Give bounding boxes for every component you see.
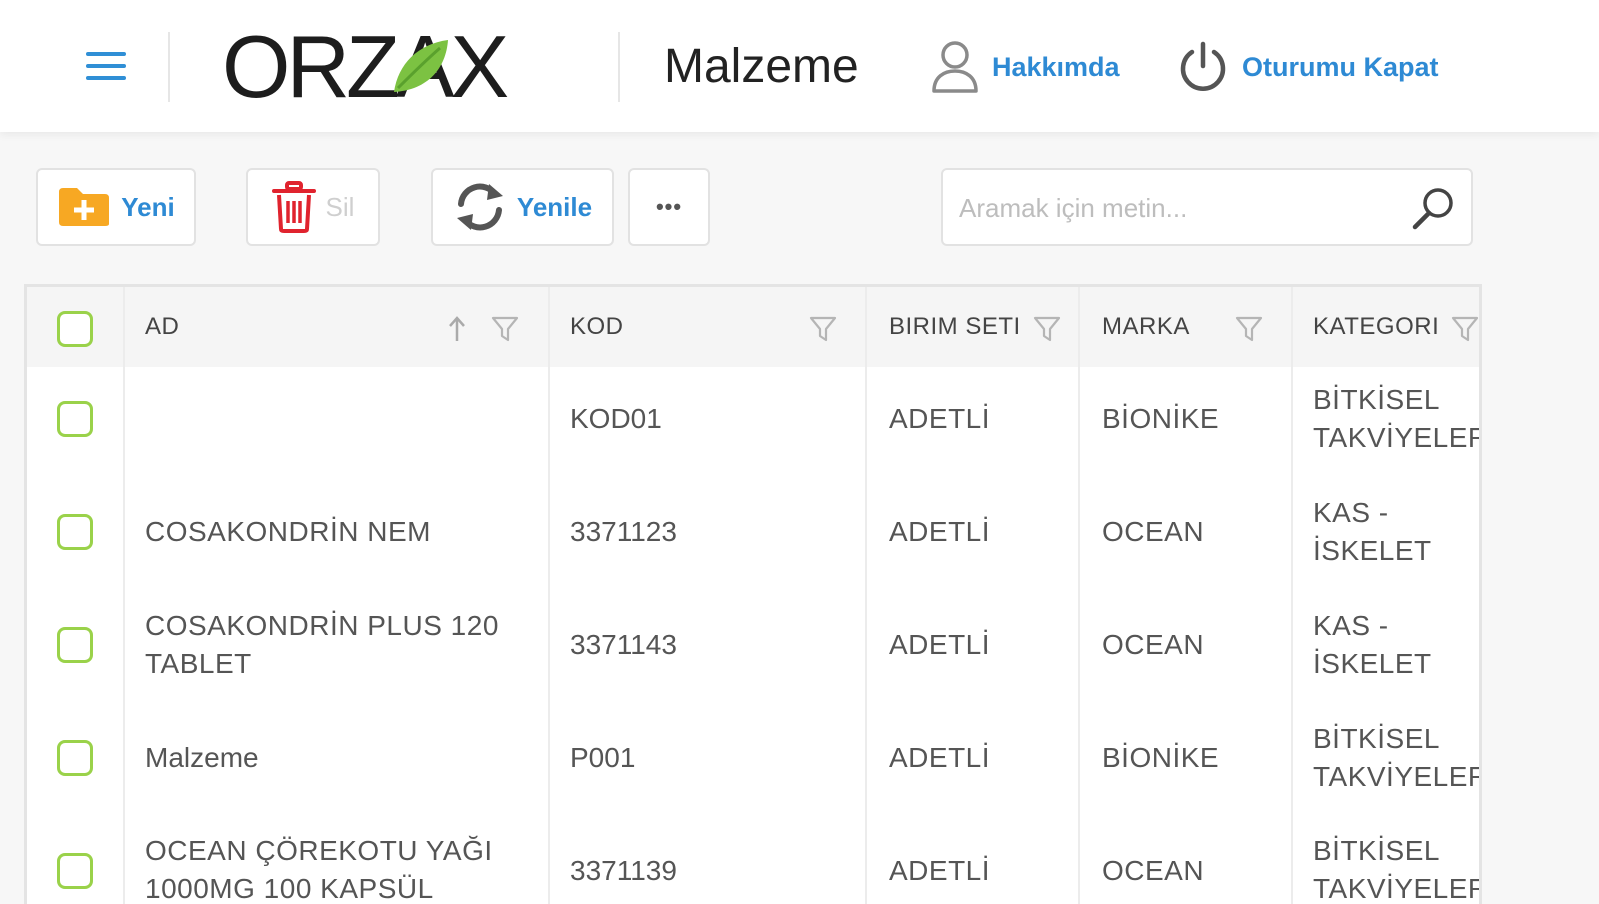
cell-kategori-line: BİTKİSEL <box>1313 723 1440 754</box>
header-divider <box>618 32 620 102</box>
column-divider <box>865 287 867 904</box>
cell-birim-seti: ADETLİ <box>889 516 991 547</box>
refresh-icon <box>456 183 503 231</box>
cell-kategori-line: İSKELET <box>1313 535 1432 566</box>
new-folder-icon <box>59 188 110 226</box>
logout-link[interactable]: Oturumu Kapat <box>1176 36 1439 98</box>
sort-ascending-icon[interactable] <box>447 315 467 343</box>
column-divider <box>1078 287 1080 904</box>
cell-kategori-line: KAS - <box>1313 610 1389 641</box>
cell-ad-line: OCEAN ÇÖREKOTU YAĞI <box>145 835 493 866</box>
leaf-icon <box>394 40 448 92</box>
more-icon: ••• <box>655 194 683 219</box>
power-icon <box>1180 41 1226 91</box>
cell-marka: OCEAN <box>1102 629 1205 660</box>
cell-ad-line: COSAKONDRİN NEM <box>145 516 431 547</box>
new-label: Yeni <box>121 191 175 222</box>
cell-kategori: BİTKİSEL TAKVİYELER <box>1313 720 1482 796</box>
filter-icon[interactable] <box>809 315 837 343</box>
refresh-button[interactable]: Yenile <box>431 168 614 246</box>
filter-icon[interactable] <box>491 315 519 343</box>
delete-button[interactable]: Sil <box>246 168 380 246</box>
cell-birim-seti: ADETLİ <box>889 403 991 434</box>
cell-ad: COSAKONDRİN NEM <box>145 513 431 551</box>
filter-icon[interactable] <box>1235 315 1263 343</box>
orzax-logo[interactable]: ORZAX <box>222 17 522 116</box>
row-checkbox[interactable] <box>57 740 93 776</box>
column-header-marka[interactable]: MARKA <box>1102 287 1190 367</box>
search-box <box>941 168 1473 246</box>
column-header-birim-seti[interactable]: BIRIM SETI <box>889 287 1021 367</box>
cell-ad-line: COSAKONDRİN PLUS 120 <box>145 610 499 641</box>
cell-marka: BİONİKE <box>1102 742 1220 773</box>
cell-kod: 3371123 <box>570 516 677 547</box>
trash-icon <box>271 181 316 233</box>
column-header-kod[interactable]: KOD <box>570 287 624 367</box>
row-checkbox[interactable] <box>57 853 93 889</box>
about-link[interactable]: Hakkımda <box>930 36 1120 98</box>
hamburger-menu-icon[interactable] <box>86 48 126 84</box>
cell-kod: KOD01 <box>570 403 662 434</box>
logout-label: Oturumu Kapat <box>1242 51 1439 82</box>
cell-ad: Malzeme <box>145 739 259 777</box>
cell-kategori-line: TAKVİYELER <box>1313 422 1482 453</box>
user-icon <box>932 41 978 93</box>
cell-kategori: KAS - İSKELET <box>1313 494 1432 570</box>
cell-kategori-line: TAKVİYELER <box>1313 761 1482 792</box>
row-checkbox[interactable] <box>57 514 93 550</box>
row-checkbox[interactable] <box>57 401 93 437</box>
cell-kategori-line: KAS - <box>1313 497 1389 528</box>
logo-text: ORZAX <box>222 17 509 116</box>
column-header-ad[interactable]: AD <box>145 287 179 367</box>
cell-ad: OCEAN ÇÖREKOTU YAĞI 1000MG 100 KAPSÜL <box>145 832 493 904</box>
about-label: Hakkımda <box>992 51 1120 82</box>
cell-birim-seti: ADETLİ <box>889 742 991 773</box>
cell-marka: OCEAN <box>1102 516 1205 547</box>
new-button[interactable]: Yeni <box>36 168 196 246</box>
cell-kategori: BİTKİSEL TAKVİYELER <box>1313 832 1482 904</box>
cell-kategori-line: İSKELET <box>1313 648 1432 679</box>
cell-kategori-line: TAKVİYELER <box>1313 873 1482 904</box>
cell-ad: COSAKONDRİN PLUS 120 TABLET <box>145 607 499 683</box>
cell-ad-line: Malzeme <box>145 742 259 773</box>
search-icon[interactable] <box>1411 186 1455 230</box>
app-header: ORZAX Malzeme Hakkımda Oturumu Kapat <box>0 0 1599 132</box>
cell-kod: 3371139 <box>570 855 677 886</box>
column-divider <box>548 287 550 904</box>
cell-kategori: BİTKİSEL TAKVİYELER <box>1313 381 1482 457</box>
cell-birim-seti: ADETLİ <box>889 629 991 660</box>
header-divider <box>168 32 170 102</box>
select-all-checkbox[interactable] <box>57 311 93 347</box>
search-input[interactable] <box>957 184 1401 232</box>
more-options-button[interactable]: ••• <box>628 168 710 246</box>
cell-kod: P001 <box>570 742 636 773</box>
page-title: Malzeme <box>664 40 859 93</box>
materials-table: AD KOD BIRIM SETI MARKA KATEGORI KOD01 A… <box>24 284 1482 904</box>
cell-kategori: KAS - İSKELET <box>1313 607 1432 683</box>
cell-marka: BİONİKE <box>1102 403 1220 434</box>
column-header-kategori[interactable]: KATEGORI <box>1313 287 1439 367</box>
cell-ad-line: TABLET <box>145 648 252 679</box>
filter-icon[interactable] <box>1033 315 1061 343</box>
cell-kategori-line: BİTKİSEL <box>1313 835 1440 866</box>
delete-label: Sil <box>325 191 355 222</box>
cell-birim-seti: ADETLİ <box>889 855 991 886</box>
cell-kategori-line: BİTKİSEL <box>1313 384 1440 415</box>
cell-kod: 3371143 <box>570 629 677 660</box>
cell-ad-line: 1000MG 100 KAPSÜL <box>145 873 434 904</box>
filter-icon[interactable] <box>1451 315 1479 343</box>
refresh-label: Yenile <box>516 191 593 222</box>
row-checkbox[interactable] <box>57 627 93 663</box>
column-divider <box>123 287 125 904</box>
cell-marka: OCEAN <box>1102 855 1205 886</box>
column-divider <box>1291 287 1293 904</box>
